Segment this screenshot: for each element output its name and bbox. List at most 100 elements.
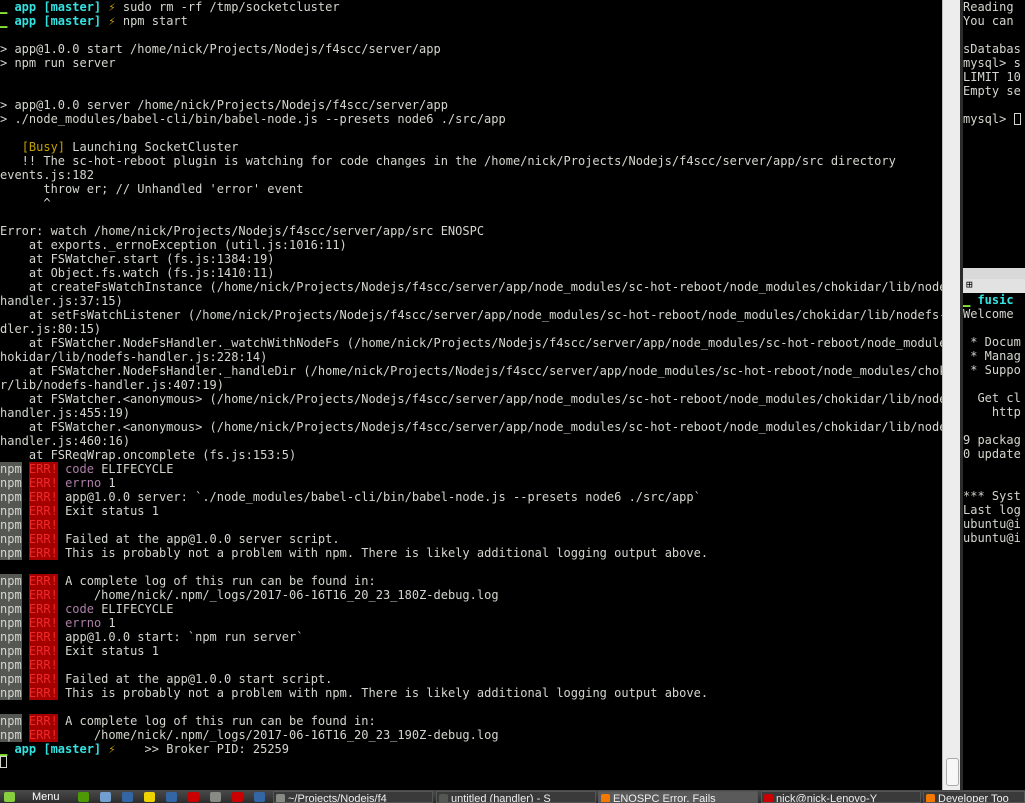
terminal-line: !! The sc-hot-reboot plugin is watching … — [0, 154, 942, 168]
terminal-line: dler.js:80:15) — [0, 322, 942, 336]
terminal-line: [Busy] Launching SocketCluster — [0, 140, 942, 154]
terminal-text: r/lib/nodefs-handler.js:407:19) — [0, 378, 224, 392]
terminal-text: at FSWatcher.NodeFsHandler._handleDir (/… — [0, 364, 942, 378]
terminal-text: at FSWatcher.<anonymous> (/home/nick/Pro… — [0, 392, 942, 406]
split-layout-icon[interactable]: ⊞ — [966, 279, 978, 291]
taskbar-window-button[interactable]: Developer Too — [923, 791, 1025, 803]
terminal-line: npm ERR! This is probably not a problem … — [0, 546, 942, 560]
taskbar-window-button[interactable]: untitled (handler) - S — [436, 791, 596, 803]
terminal-text: dler.js:80:15) — [0, 322, 102, 336]
right-bottom-terminal[interactable]: ▁ fusic Welcome * Docum * Manag * Suppo G… — [963, 293, 1025, 790]
terminal-line: 0 update — [963, 447, 1021, 461]
npm-tag: npm — [0, 546, 22, 560]
terminal-line: r/lib/nodefs-handler.js:407:19) — [0, 378, 942, 392]
scrollbar-thumb[interactable] — [946, 758, 959, 786]
terminal-text: handler.js:460:16) — [0, 434, 131, 448]
terminal-line: > ./node_modules/babel-cli/bin/babel-nod… — [0, 112, 942, 126]
npm-tag: npm — [0, 476, 22, 490]
terminal-text: app@1.0.0 start: `npm run server` — [65, 630, 304, 644]
prompt-bolt-icon: ⚡ — [101, 14, 123, 28]
prompt-label: app [master] — [14, 0, 102, 14]
quick-launch-icon[interactable] — [254, 792, 265, 802]
terminal-line: * Manag — [963, 349, 1021, 363]
taskbar-window-button[interactable]: nick@nick-Lenovo-Y — [761, 791, 921, 803]
terminal-text: This is probably not a problem with npm.… — [65, 546, 709, 560]
main-terminal-scrollbar[interactable] — [942, 0, 960, 790]
terminal-line: hokidar/lib/nodefs-handler.js:228:14) — [0, 350, 942, 364]
quick-launch-icon[interactable] — [210, 792, 221, 802]
start-menu-button[interactable]: Menu — [2, 790, 72, 803]
npm-tag: npm — [0, 588, 22, 602]
terminal-line: npm ERR! Exit status 1 — [0, 504, 942, 518]
terminal-line: at exports._errnoException (util.js:1016… — [0, 238, 942, 252]
err-tag: ERR! — [28, 532, 58, 546]
terminal-text: > app@1.0.0 server /home/nick/Projects/N… — [0, 98, 448, 112]
main-terminal[interactable]: ▁ app [master] ⚡ sudo rm -rf /tmp/socket… — [0, 0, 942, 790]
quick-launch-icon[interactable] — [166, 792, 177, 802]
terminal-line: ▁ app [master] ⚡ npm start — [0, 14, 942, 28]
terminal-line: npm ERR! /home/nick/.npm/_logs/2017-06-1… — [0, 588, 942, 602]
terminal-line: LIMIT 10 — [963, 70, 1021, 84]
right-terminal-tabbar: ⊞ — [963, 279, 1025, 293]
terminal-cursor — [0, 756, 942, 770]
prompt-arrow-icon: ▁ — [0, 0, 15, 14]
terminal-line: npm ERR! Exit status 1 — [0, 644, 942, 658]
mint-logo-icon — [4, 792, 15, 802]
err-tag: ERR! — [28, 490, 58, 504]
prompt-arrow-icon: ▁ — [0, 14, 15, 28]
terminal-line: throw er; // Unhandled 'error' event — [0, 182, 942, 196]
npm-tag: npm — [0, 462, 22, 476]
prompt-arrow-icon: ▁ — [963, 293, 978, 307]
err-tag: ERR! — [28, 504, 58, 518]
taskbar-window-label: nick@nick-Lenovo-Y — [776, 793, 878, 803]
terminal-text: Error: watch /home/nick/Projects/Nodejs/… — [0, 224, 485, 238]
command-text: npm start — [122, 14, 188, 28]
err-tag: ERR! — [28, 672, 58, 686]
terminal-text: Launching SocketCluster — [65, 140, 239, 154]
quick-launch-icon[interactable] — [78, 792, 89, 802]
terminal-line: ubuntu@i — [963, 517, 1021, 531]
terminal-text: Failed at the app@1.0.0 server script. — [65, 532, 340, 546]
quick-launch-icon[interactable] — [232, 792, 243, 802]
terminal-line: Reading — [963, 0, 1014, 14]
terminal-line: *** Syst — [963, 489, 1021, 503]
taskbar-window-label: ~/Projects/Nodejs/f4 — [288, 793, 387, 803]
npm-error-key: errno — [65, 476, 102, 490]
terminal-text: A complete log of this run can be found … — [65, 714, 376, 728]
terminal-text: !! The sc-hot-reboot plugin is watching … — [0, 154, 896, 168]
terminal-line: npm ERR! A complete log of this run can … — [0, 714, 942, 728]
terminal-line: mysql> s — [963, 56, 1021, 70]
terminal-line: npm ERR! This is probably not a problem … — [0, 686, 942, 700]
taskbar-window-button[interactable]: ENOSPC Error, Fails — [598, 791, 758, 803]
quick-launch-icon[interactable] — [100, 792, 111, 802]
app-icon — [276, 794, 285, 802]
terminal-text: This is probably not a problem with npm.… — [65, 686, 709, 700]
quick-launch-icon[interactable] — [144, 792, 155, 802]
quick-launch-icon[interactable] — [122, 792, 133, 802]
taskbar-window-button[interactable]: ~/Projects/Nodejs/f4 — [273, 791, 433, 803]
right-top-terminal[interactable]: Reading You can sDatabas mysql> s LIMIT 10 Em… — [963, 0, 1025, 268]
npm-tag: npm — [0, 490, 22, 504]
err-tag: ERR! — [28, 686, 58, 700]
quick-launch-icon[interactable] — [188, 792, 199, 802]
terminal-line: npm ERR! — [0, 518, 942, 532]
